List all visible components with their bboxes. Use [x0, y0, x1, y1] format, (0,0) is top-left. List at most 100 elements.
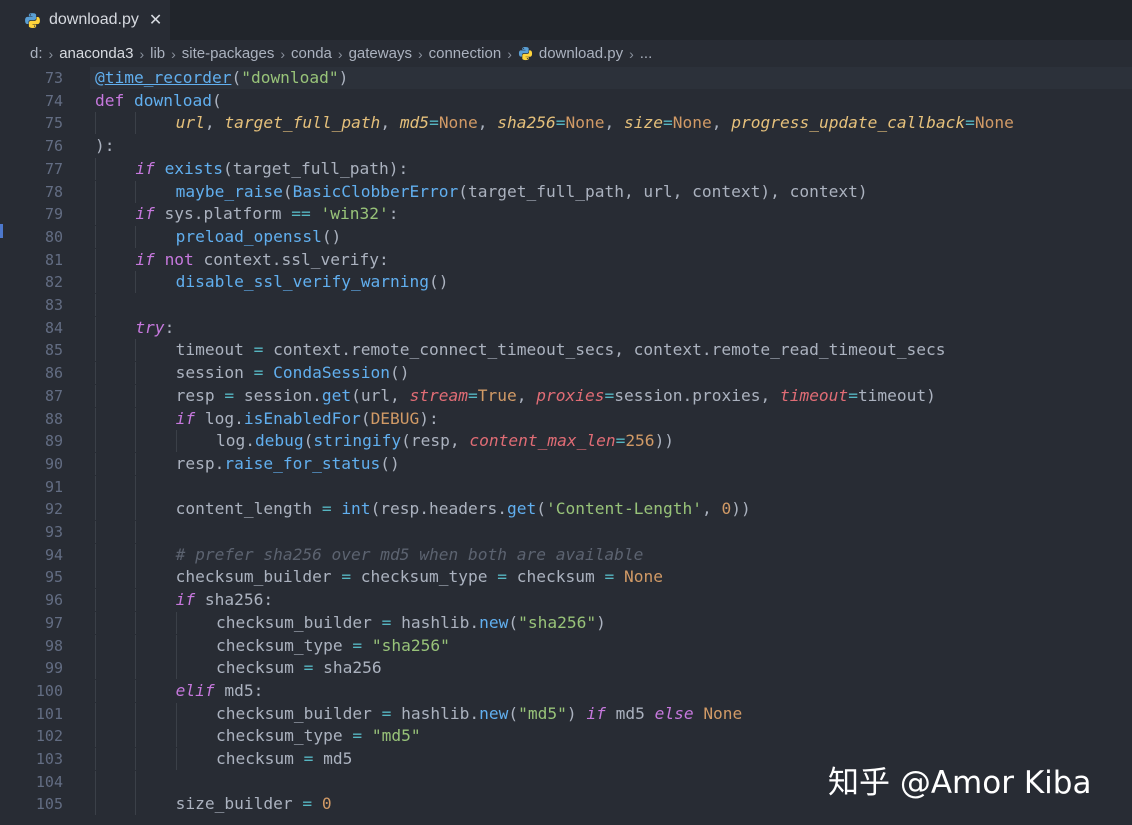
code-line[interactable]: 73 @time_recorder("download"): [0, 67, 1132, 89]
code-token: log.: [195, 408, 244, 428]
code-token: (target_full_path, url, context), contex…: [458, 181, 868, 201]
breadcrumb-item-more[interactable]: ...: [640, 45, 653, 62]
indent-guide: [135, 112, 137, 135]
tab-download-py[interactable]: download.py ✕: [0, 0, 170, 40]
code-line[interactable]: 97 checksum_builder = hashlib.new("sha256…: [0, 611, 1132, 634]
breadcrumb-item-anaconda3[interactable]: anaconda3: [59, 45, 133, 62]
code-text: checksum_builder = hashlib.new("md5") if…: [216, 703, 742, 725]
indent-guide: [175, 725, 177, 748]
code-token: ,: [711, 113, 732, 133]
code-line[interactable]: 88 if log.isEnabledFor(DEBUG):: [0, 407, 1132, 430]
code-token: @: [95, 68, 105, 87]
chevron-right-icon: ›: [629, 45, 634, 62]
code-line[interactable]: 102 checksum_type = "md5": [0, 725, 1132, 748]
code-text: resp.raise_for_status(): [176, 453, 400, 475]
code-editor[interactable]: 73 @time_recorder("download") 74 def downlo…: [0, 67, 1132, 825]
line-number: 102: [35, 727, 63, 746]
code-line[interactable]: 84 try:: [0, 316, 1132, 339]
code-line[interactable]: 80 preload_openssl(): [0, 225, 1132, 248]
code-text: @time_recorder("download"): [95, 67, 348, 89]
code-token: None: [672, 113, 712, 133]
code-token: context.ssl_verify:: [193, 249, 389, 269]
breadcrumb-item-gateways[interactable]: gateways: [349, 45, 412, 62]
code-token: debug: [254, 431, 304, 451]
close-icon[interactable]: ✕: [149, 12, 162, 28]
indent-guide: [95, 725, 96, 748]
code-line[interactable]: 98 checksum_type = "sha256": [0, 634, 1132, 657]
code-token: stream: [409, 385, 469, 405]
code-token: (resp,: [401, 431, 470, 451]
code-token: md5: [399, 113, 430, 133]
code-token: int: [341, 499, 371, 519]
code-line[interactable]: 89 log.debug(stringify(resp, content_max_…: [0, 430, 1132, 453]
code-text: log.debug(stringify(resp, content_max_le…: [216, 430, 674, 452]
code-token: try: [135, 317, 165, 337]
code-line[interactable]: 100 elif md5:: [0, 679, 1132, 702]
indent-guide: [95, 248, 96, 271]
code-line[interactable]: 94 # prefer sha256 over md5 when both are…: [0, 543, 1132, 566]
indent-guide: [135, 407, 137, 430]
indent-guide: [135, 225, 137, 248]
breadcrumb-item-site-packages[interactable]: site-packages: [182, 45, 275, 62]
code-token: checksum_builder: [175, 567, 342, 587]
indent-guide: [95, 543, 96, 566]
breadcrumb-item-conda[interactable]: conda: [291, 45, 332, 62]
code-token: sha256: [313, 658, 382, 678]
indent-guide: [95, 452, 96, 475]
code-token: ,: [380, 113, 400, 133]
line-number: 99: [44, 659, 63, 678]
line-number: 88: [44, 409, 63, 428]
code-token: if: [586, 703, 606, 723]
code-line[interactable]: 77 if exists(target_full_path):: [0, 157, 1132, 180]
code-token: =: [615, 431, 626, 451]
code-line[interactable]: 81 if not context.ssl_verify:: [0, 248, 1132, 271]
line-number: 104: [35, 772, 63, 791]
code-token: session.: [234, 385, 322, 405]
code-line[interactable]: 82 disable_ssl_verify_warning(): [0, 271, 1132, 294]
code-token: new: [479, 612, 509, 632]
code-line[interactable]: 92 content_length = int(resp.headers.get(…: [0, 498, 1132, 521]
code-line[interactable]: 76):: [0, 135, 1132, 157]
code-text: resp = session.get(url, stream=True, pro…: [176, 385, 936, 407]
code-line[interactable]: 95 checksum_builder = checksum_type = che…: [0, 566, 1132, 589]
code-text: checksum_builder = checksum_type = check…: [176, 566, 663, 588]
code-line[interactable]: 99 checksum = sha256: [0, 657, 1132, 680]
code-line[interactable]: 93: [0, 521, 1132, 543]
code-line[interactable]: 85 timeout = context.remote_connect_timeo…: [0, 339, 1132, 362]
code-line[interactable]: 90 resp.raise_for_status(): [0, 452, 1132, 475]
line-number: 75: [44, 114, 63, 133]
code-token: DEBUG: [370, 408, 420, 428]
indent-guide: [135, 679, 137, 702]
code-token: (): [321, 226, 342, 246]
code-line[interactable]: 75 url, target_full_path, md5=None, sha25…: [0, 112, 1132, 135]
code-token: (): [380, 453, 400, 473]
line-number: 80: [44, 227, 63, 246]
code-line[interactable]: 83: [0, 294, 1132, 316]
indent-guide: [135, 611, 137, 634]
python-icon: [25, 12, 40, 28]
code-token: md5:: [214, 680, 264, 700]
code-token: 'Content-Length': [546, 499, 702, 519]
code-line[interactable]: 74 def download(: [0, 90, 1132, 112]
code-token: log.: [215, 431, 255, 451]
code-line[interactable]: 91: [0, 475, 1132, 498]
line-number: 79: [44, 205, 63, 224]
breadcrumb-item-drive[interactable]: d:: [30, 45, 43, 62]
code-line[interactable]: 87 resp = session.get(url, stream=True, p…: [0, 384, 1132, 407]
code-line[interactable]: 79 if sys.platform == 'win32':: [0, 203, 1132, 226]
breadcrumb-item-connection[interactable]: connection: [429, 45, 502, 62]
breadcrumb-item-lib[interactable]: lib: [150, 45, 165, 62]
breadcrumb-item-file[interactable]: download.py: [539, 45, 623, 62]
line-number: 76: [44, 137, 63, 156]
code-line[interactable]: 96 if sha256:: [0, 589, 1132, 612]
code-line[interactable]: 101 checksum_builder = hashlib.new("md5")…: [0, 702, 1132, 725]
code-line[interactable]: 86 session = CondaSession(): [0, 362, 1132, 385]
line-number: 85: [44, 341, 63, 360]
code-token: True: [477, 385, 517, 405]
indent-guide: [135, 384, 137, 407]
code-line[interactable]: 78 maybe_raise(BasicClobberError(target_f…: [0, 180, 1132, 203]
